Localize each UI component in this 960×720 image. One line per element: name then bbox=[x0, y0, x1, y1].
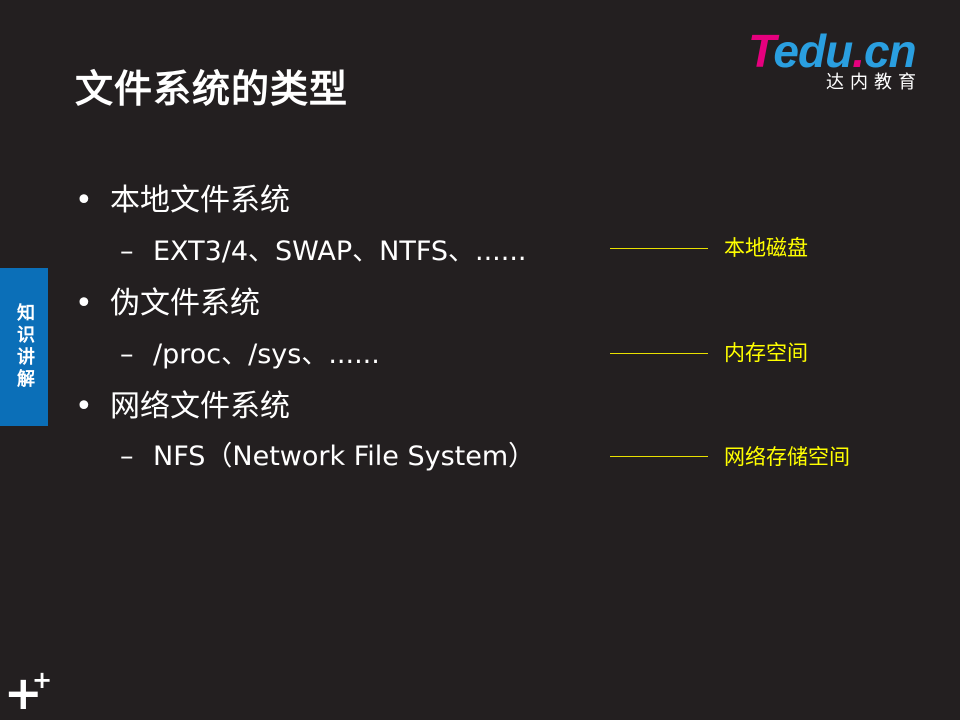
sub-bullet-text: NFS（Network File System） bbox=[153, 441, 536, 472]
logo-edu: edu bbox=[773, 25, 853, 77]
plus-icon-small: + bbox=[32, 666, 53, 694]
bullet-text: 网络文件系统 bbox=[110, 389, 290, 424]
annotation-note: 内存空间 bbox=[724, 341, 808, 365]
bullet-symbol: • bbox=[75, 389, 93, 424]
sub-bullet-symbol: – bbox=[120, 339, 134, 370]
annotation-line bbox=[610, 456, 708, 457]
sub-bullet-symbol: – bbox=[120, 441, 134, 472]
sub-bullet-item: – NFS（Network File System） bbox=[120, 443, 535, 470]
bullet-item: • 网络文件系统 bbox=[75, 392, 290, 422]
annotation-line bbox=[610, 248, 708, 249]
bullet-item: • 伪文件系统 bbox=[75, 289, 260, 319]
slide-title: 文件系统的类型 bbox=[75, 67, 349, 111]
logo-letter-t: T bbox=[748, 25, 774, 77]
sub-bullet-item: – EXT3/4、SWAP、NTFS、...... bbox=[120, 238, 527, 265]
side-tab-label: 知识讲解 bbox=[14, 303, 35, 391]
tedu-logo: Tedu.cn 达内教育 bbox=[748, 28, 928, 98]
bullet-text: 伪文件系统 bbox=[110, 286, 260, 321]
annotation-note: 网络存储空间 bbox=[724, 445, 850, 469]
sub-bullet-text: /proc、/sys、...... bbox=[153, 339, 380, 370]
logo-cn: cn bbox=[863, 25, 917, 77]
bullet-item: • 本地文件系统 bbox=[75, 186, 290, 216]
annotation-note: 本地磁盘 bbox=[724, 236, 808, 260]
sub-bullet-symbol: – bbox=[120, 236, 134, 267]
bullet-text: 本地文件系统 bbox=[110, 183, 290, 218]
side-tab: 知识讲解 bbox=[0, 268, 48, 426]
sub-bullet-text: EXT3/4、SWAP、NTFS、...... bbox=[153, 236, 527, 267]
logo-subtitle: 达内教育 bbox=[826, 72, 922, 93]
sub-bullet-item: –/proc、/sys、...... bbox=[120, 341, 380, 368]
logo-dot: . bbox=[852, 25, 865, 77]
bullet-symbol: • bbox=[75, 183, 93, 218]
bullet-symbol: • bbox=[75, 286, 93, 321]
annotation-line bbox=[610, 353, 708, 354]
logo-wordmark: Tedu.cn bbox=[748, 28, 928, 74]
